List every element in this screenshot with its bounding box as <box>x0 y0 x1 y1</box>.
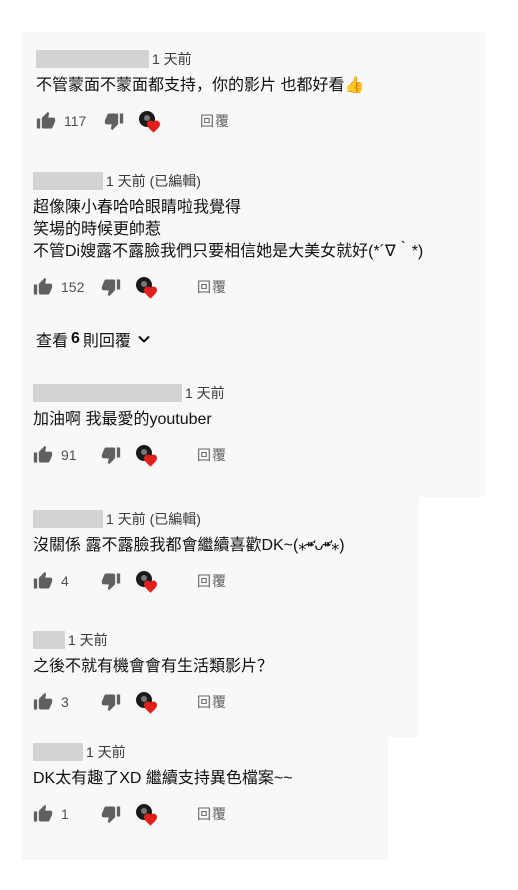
author-name-redacted[interactable] <box>33 743 83 761</box>
creator-heart-avatar[interactable] <box>135 276 157 299</box>
creator-heart-avatar[interactable] <box>135 803 157 826</box>
dislike-button[interactable] <box>101 571 121 591</box>
comment-line: 超像陳小春哈哈眼睛啦我覺得 <box>33 199 242 216</box>
like-button[interactable]: 117 <box>36 111 92 131</box>
comment-timestamp[interactable]: 1 天前 <box>86 742 126 762</box>
comment-2: 1 天前 (已編輯) 超像陳小春哈哈眼睛啦我覺得 笑場的時候更帥惹 不管Di嫂露… <box>33 171 423 299</box>
like-count: 4 <box>61 573 69 589</box>
comment-timestamp[interactable]: 1 天前 <box>152 49 192 69</box>
thumbs-down-icon <box>101 445 121 465</box>
comment-4: 1 天前 (已編輯) 沒關係 露不露臉我都會繼續喜歡DK~(⁎⁍̴̛ᴗ⁍̴̛⁎)… <box>33 509 345 593</box>
comment-text: DK太有趣了XD 繼續支持異色檔案~~ <box>33 768 293 790</box>
comment-line: 之後不就有機會會有生活類影片？ <box>33 658 274 675</box>
view-replies-count: 6 <box>71 330 80 347</box>
thumbs-down-icon <box>101 571 121 591</box>
comment-timestamp[interactable]: 1 天前 (已編輯) <box>106 171 201 191</box>
author-name-redacted[interactable] <box>33 631 65 649</box>
author-name-redacted[interactable] <box>33 384 182 402</box>
like-count: 152 <box>61 279 85 295</box>
thumbs-down-icon <box>101 804 121 824</box>
thumbs-up-icon <box>36 111 56 131</box>
dislike-button[interactable] <box>101 445 121 465</box>
comment-1: 1 天前 不管蒙面不蒙面都支持，你的影片 也都好看👍 117 回覆 <box>36 49 364 133</box>
thumbs-up-icon <box>33 804 53 824</box>
thumbs-up-icon <box>33 445 53 465</box>
like-count: 1 <box>61 806 69 822</box>
comment-text: 超像陳小春哈哈眼睛啦我覺得 笑場的時候更帥惹 不管Di嫂露不露臉我們只要相信她是… <box>33 197 423 263</box>
like-count: 91 <box>61 447 77 463</box>
view-replies-suffix: 則回覆 <box>82 333 131 350</box>
comment-line: 不管蒙面不蒙面都支持，你的影片 也都好看👍 <box>36 77 365 94</box>
reply-button[interactable]: 回覆 <box>197 277 227 297</box>
comment-5: 1 天前 之後不就有機會會有生活類影片？ 3 回覆 <box>33 630 273 714</box>
dislike-button[interactable] <box>101 277 121 297</box>
comment-6: 1 天前 DK太有趣了XD 繼續支持異色檔案~~ 1 回覆 <box>33 742 293 826</box>
reply-button[interactable]: 回覆 <box>200 111 230 131</box>
thumbs-down-icon <box>101 277 121 297</box>
comment-text: 沒關係 露不露臉我都會繼續喜歡DK~(⁎⁍̴̛ᴗ⁍̴̛⁎) <box>33 535 345 557</box>
comment-line: 不管Di嫂露不露臉我們只要相信她是大美女就好(*´∇｀*) <box>33 243 424 260</box>
like-button[interactable]: 3 <box>33 692 89 712</box>
comment-3: 1 天前 加油啊 我最愛的youtuber 91 回覆 <box>33 383 227 467</box>
comment-timestamp[interactable]: 1 天前 <box>68 630 108 650</box>
like-button[interactable]: 4 <box>33 571 89 591</box>
reply-button[interactable]: 回覆 <box>197 692 227 712</box>
author-name-redacted[interactable] <box>33 510 103 528</box>
like-count: 117 <box>64 113 87 129</box>
thumbs-up-icon <box>33 571 53 591</box>
comment-line: 沒關係 露不露臉我都會繼續喜歡DK~(⁎⁍̴̛ᴗ⁍̴̛⁎) <box>33 537 345 554</box>
creator-heart-avatar[interactable] <box>135 570 157 593</box>
comment-timestamp[interactable]: 1 天前 (已編輯) <box>106 509 201 529</box>
creator-heart-avatar[interactable] <box>135 444 157 467</box>
comment-line: DK太有趣了XD 繼續支持異色檔案~~ <box>33 770 293 787</box>
comment-timestamp[interactable]: 1 天前 <box>185 383 225 403</box>
like-button[interactable]: 152 <box>33 277 89 297</box>
creator-heart-avatar[interactable] <box>135 691 157 714</box>
view-replies-prefix: 查看 <box>36 333 69 350</box>
dislike-button[interactable] <box>101 692 121 712</box>
author-name-redacted[interactable] <box>36 50 149 68</box>
like-button[interactable]: 1 <box>33 804 89 824</box>
thumbs-up-icon <box>33 692 53 712</box>
thumbs-up-icon <box>33 277 53 297</box>
comment-text: 之後不就有機會會有生活類影片？ <box>33 656 273 678</box>
like-button[interactable]: 91 <box>33 445 89 465</box>
comment-text: 加油啊 我最愛的youtuber <box>33 409 227 431</box>
author-name-redacted[interactable] <box>33 172 103 190</box>
dislike-button[interactable] <box>101 804 121 824</box>
like-count: 3 <box>61 694 69 710</box>
comment-line: 笑場的時候更帥惹 <box>33 221 162 238</box>
chevron-down-icon <box>137 332 151 346</box>
view-replies-button[interactable]: 查看 6 則回覆 <box>36 327 151 351</box>
thumbs-down-icon <box>101 692 121 712</box>
comment-line: 加油啊 我最愛的youtuber <box>33 411 212 428</box>
reply-button[interactable]: 回覆 <box>197 571 227 591</box>
dislike-button[interactable] <box>104 111 124 131</box>
thumbs-down-icon <box>104 111 124 131</box>
reply-button[interactable]: 回覆 <box>197 445 227 465</box>
reply-button[interactable]: 回覆 <box>197 804 227 824</box>
creator-heart-avatar[interactable] <box>138 110 160 133</box>
comment-text: 不管蒙面不蒙面都支持，你的影片 也都好看👍 <box>36 75 364 97</box>
